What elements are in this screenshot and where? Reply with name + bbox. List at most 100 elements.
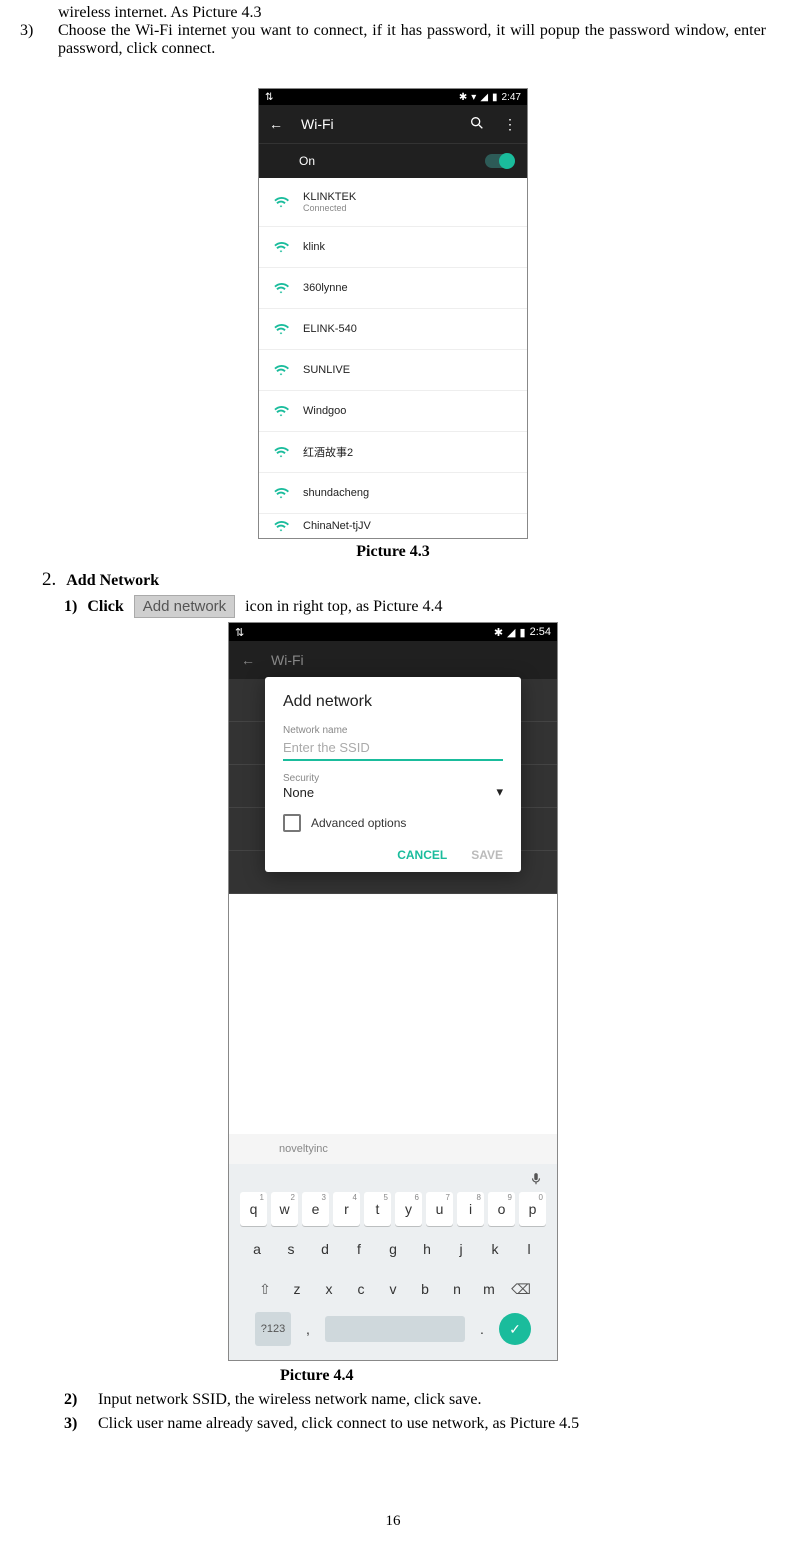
key-space[interactable] bbox=[325, 1316, 465, 1342]
wifi-item[interactable]: 360lynne bbox=[259, 268, 527, 309]
advanced-checkbox[interactable] bbox=[283, 814, 301, 832]
key-j[interactable]: j bbox=[446, 1232, 476, 1266]
wifi-name: ELINK-540 bbox=[303, 323, 357, 335]
key-e[interactable]: e3 bbox=[302, 1192, 329, 1226]
dialog-actions: CANCEL SAVE bbox=[283, 848, 503, 862]
key-f[interactable]: f bbox=[344, 1232, 374, 1266]
key-w[interactable]: w2 bbox=[271, 1192, 298, 1226]
caption-4-3: Picture 4.3 bbox=[20, 543, 766, 561]
key-a[interactable]: a bbox=[242, 1232, 272, 1266]
wifi-item[interactable]: shundacheng bbox=[259, 473, 527, 514]
wifi-item[interactable]: ChinaNet-tjJV bbox=[259, 514, 527, 538]
key-m[interactable]: m bbox=[475, 1272, 503, 1306]
key-r[interactable]: r4 bbox=[333, 1192, 360, 1226]
network-name-label: Network name bbox=[283, 725, 503, 736]
key-b[interactable]: b bbox=[411, 1272, 439, 1306]
wifi-item[interactable]: ELINK-540 bbox=[259, 309, 527, 350]
key-c[interactable]: c bbox=[347, 1272, 375, 1306]
wifi-name: KLINKTEK bbox=[303, 191, 356, 203]
kbd-row-1: q1w2e3r4t5y6u7i8o9p0 bbox=[233, 1192, 553, 1226]
status-bar-2: ⇅ ✱ ◢ ▮ 2:54 bbox=[229, 623, 557, 641]
advanced-row[interactable]: Advanced options bbox=[283, 814, 503, 832]
key-z[interactable]: z bbox=[283, 1272, 311, 1306]
s2-step3-text: Click user name already saved, click con… bbox=[98, 1415, 579, 1433]
key-s[interactable]: s bbox=[276, 1232, 306, 1266]
key-shift[interactable]: ⇧ bbox=[251, 1272, 279, 1306]
page-content: wireless internet. As Picture 4.3 3) Cho… bbox=[20, 0, 766, 1530]
wifi-icon bbox=[273, 239, 289, 255]
key-p[interactable]: p0 bbox=[519, 1192, 546, 1226]
key-g[interactable]: g bbox=[378, 1232, 408, 1266]
bt-icon: ✱ bbox=[459, 92, 467, 103]
app-bar: ← Wi-Fi ⋮ bbox=[259, 105, 527, 143]
key-123[interactable]: ?123 bbox=[255, 1312, 291, 1346]
wifi-item[interactable]: 红酒故事2 bbox=[259, 432, 527, 473]
dropdown-icon: ▾ bbox=[496, 784, 503, 800]
below-item: noveltyinc bbox=[229, 1134, 557, 1164]
clock: 2:47 bbox=[502, 92, 521, 103]
overflow-icon[interactable]: ⋮ bbox=[503, 116, 517, 133]
key-n[interactable]: n bbox=[443, 1272, 471, 1306]
wifi-item[interactable]: SUNLIVE bbox=[259, 350, 527, 391]
wifi-text: ELINK-540 bbox=[303, 323, 357, 335]
advanced-label: Advanced options bbox=[311, 816, 406, 830]
wifi-on-row: On bbox=[259, 143, 527, 178]
wifi-item[interactable]: klink bbox=[259, 227, 527, 268]
security-dropdown[interactable]: None ▾ bbox=[283, 784, 503, 800]
key-v[interactable]: v bbox=[379, 1272, 407, 1306]
wifi-item[interactable]: Windgoo bbox=[259, 391, 527, 432]
search-icon[interactable] bbox=[469, 115, 485, 134]
wifi-text: klink bbox=[303, 241, 325, 253]
key-o[interactable]: o9 bbox=[488, 1192, 515, 1226]
bg-app-bar: ← Wi-Fi bbox=[229, 641, 557, 679]
s2-step3-num: 3) bbox=[64, 1415, 88, 1433]
key-u[interactable]: u7 bbox=[426, 1192, 453, 1226]
security-value: None bbox=[283, 785, 314, 800]
section-2: 2. Add Network 1) Click Add network icon… bbox=[20, 569, 766, 618]
kbd-row-3: ⇧zxcvbnm⌫ bbox=[233, 1272, 553, 1306]
key-t[interactable]: t5 bbox=[364, 1192, 391, 1226]
s2-step1-click: Click bbox=[87, 598, 123, 616]
bg-title: Wi-Fi bbox=[271, 652, 304, 668]
key-period[interactable]: . bbox=[469, 1312, 495, 1346]
wifi-text: KLINKTEKConnected bbox=[303, 191, 356, 213]
back-icon[interactable]: ← bbox=[269, 116, 283, 132]
key-comma[interactable]: , bbox=[295, 1312, 321, 1346]
wifi-name: klink bbox=[303, 241, 325, 253]
key-h[interactable]: h bbox=[412, 1232, 442, 1266]
section-2-heading: 2. Add Network bbox=[42, 569, 766, 591]
wifi-name: Windgoo bbox=[303, 405, 346, 417]
key-x[interactable]: x bbox=[315, 1272, 343, 1306]
section-2-num: 2. bbox=[42, 569, 56, 591]
wifi-item[interactable]: KLINKTEKConnected bbox=[259, 178, 527, 227]
key-q[interactable]: q1 bbox=[240, 1192, 267, 1226]
wifi-name: 360lynne bbox=[303, 282, 348, 294]
wifi-icon bbox=[273, 518, 289, 534]
wifi-name: 红酒故事2 bbox=[303, 444, 353, 460]
key-backspace[interactable]: ⌫ bbox=[507, 1272, 535, 1306]
wifi-status-icon: ▾ bbox=[471, 92, 476, 103]
key-y[interactable]: y6 bbox=[395, 1192, 422, 1226]
key-enter[interactable]: ✓ bbox=[499, 1313, 531, 1345]
wifi-icon bbox=[273, 485, 289, 501]
signal-icon: ◢ bbox=[480, 92, 488, 103]
wifi-toggle[interactable] bbox=[485, 154, 513, 168]
ssid-input[interactable]: Enter the SSID bbox=[283, 736, 503, 761]
s2-step2-num: 2) bbox=[64, 1391, 88, 1409]
key-l[interactable]: l bbox=[514, 1232, 544, 1266]
wifi-text: 360lynne bbox=[303, 282, 348, 294]
page-number: 16 bbox=[20, 1513, 766, 1530]
usb-icon: ⇅ bbox=[265, 92, 273, 103]
key-k[interactable]: k bbox=[480, 1232, 510, 1266]
voice-icon[interactable] bbox=[233, 1170, 553, 1192]
phone-mock-1: ⇅ ✱ ▾ ◢ ▮ 2:47 ← Wi-Fi ⋮ On KLINKTEKConn… bbox=[258, 88, 528, 539]
clock: 2:54 bbox=[530, 626, 551, 638]
s2-step1-rest: icon in right top, as Picture 4.4 bbox=[245, 598, 442, 616]
keyboard: q1w2e3r4t5y6u7i8o9p0 asdfghjkl ⇧zxcvbnm⌫… bbox=[229, 1164, 557, 1360]
section-2-step-1: 1) Click Add network icon in right top, … bbox=[64, 595, 766, 618]
key-d[interactable]: d bbox=[310, 1232, 340, 1266]
wifi-icon bbox=[273, 444, 289, 460]
save-button[interactable]: SAVE bbox=[471, 848, 503, 862]
key-i[interactable]: i8 bbox=[457, 1192, 484, 1226]
cancel-button[interactable]: CANCEL bbox=[397, 848, 447, 862]
